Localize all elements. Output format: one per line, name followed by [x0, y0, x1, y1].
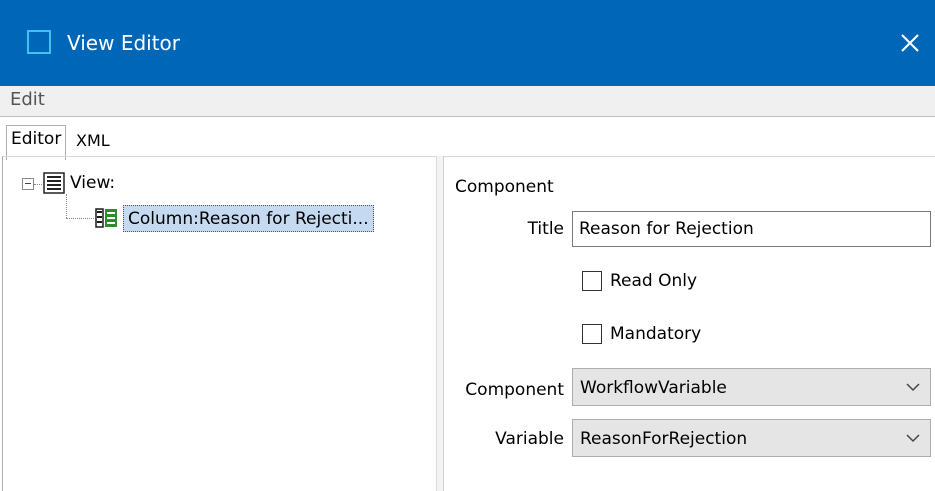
title-bar: View Editor — [0, 0, 935, 86]
window-app-icon — [27, 30, 51, 54]
close-button[interactable] — [885, 18, 935, 68]
variable-label: Variable — [495, 429, 564, 449]
pane-splitter[interactable] — [436, 156, 444, 491]
mandatory-checkbox[interactable] — [582, 324, 602, 344]
chevron-down-icon — [906, 383, 920, 392]
menu-bar: Edit — [0, 86, 935, 117]
read-only-checkbox[interactable] — [582, 271, 602, 291]
tab-xml[interactable]: XML — [76, 130, 110, 152]
component-select-value: WorkflowVariable — [580, 378, 727, 398]
tree-connector — [66, 194, 67, 218]
close-icon — [901, 34, 919, 52]
component-select[interactable]: WorkflowVariable — [572, 368, 931, 406]
title-label: Title — [527, 219, 564, 239]
component-label: Component — [465, 380, 564, 400]
view-list-icon — [43, 172, 65, 199]
mandatory-label[interactable]: Mandatory — [610, 323, 701, 345]
read-only-label[interactable]: Read Only — [610, 270, 697, 292]
tree-connector — [34, 184, 42, 185]
menu-item-edit[interactable]: Edit — [8, 88, 47, 112]
title-input[interactable] — [572, 211, 931, 247]
window-title: View Editor — [67, 31, 181, 55]
tree-node-view[interactable]: View: — [70, 172, 115, 194]
chevron-down-icon — [906, 434, 920, 443]
section-heading: Component — [455, 177, 554, 197]
variable-select-value: ReasonForRejection — [580, 429, 748, 449]
column-icon — [95, 208, 119, 233]
tab-strip: Editor XML — [0, 117, 935, 160]
tree-collapse-toggle[interactable] — [22, 178, 34, 190]
tree-connector — [66, 218, 94, 219]
tree-node-column[interactable]: Column:Reason for Rejecti... — [123, 205, 374, 232]
variable-select[interactable]: ReasonForRejection — [572, 419, 931, 457]
tab-editor[interactable]: Editor — [6, 125, 67, 160]
